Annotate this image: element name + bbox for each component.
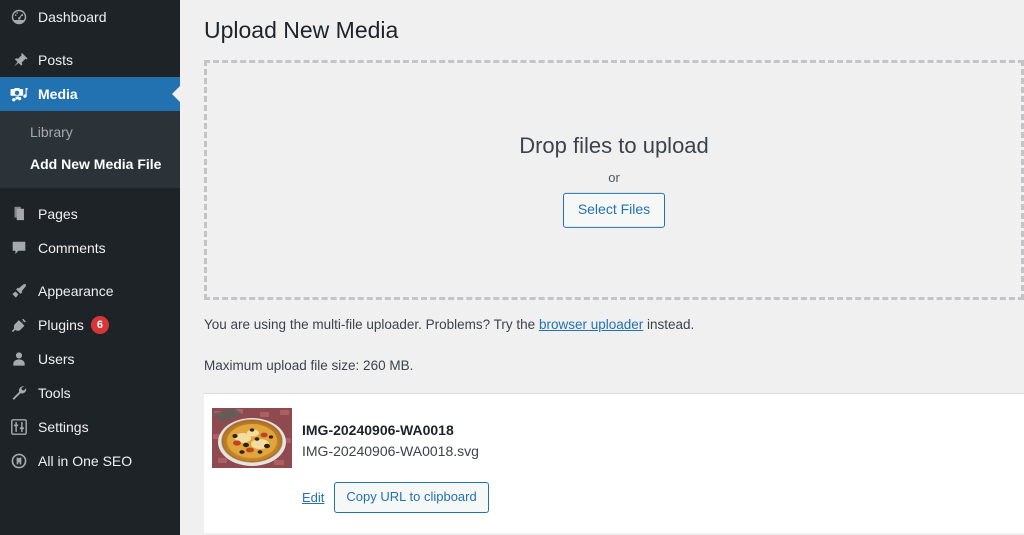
sidebar-item-label: Media xyxy=(38,86,78,102)
sidebar-item-plugins[interactable]: Plugins 6 xyxy=(0,308,180,342)
sidebar-item-users[interactable]: Users xyxy=(0,342,180,376)
copy-url-button[interactable]: Copy URL to clipboard xyxy=(334,482,489,514)
sidebar-item-appearance[interactable]: Appearance xyxy=(0,274,180,308)
upload-dropzone[interactable]: Drop files to upload or Select Files xyxy=(204,59,1024,300)
uploader-note-text-after: instead. xyxy=(643,316,695,332)
sidebar-submenu-library[interactable]: Library xyxy=(0,117,180,149)
sidebar-item-dashboard[interactable]: Dashboard xyxy=(0,0,180,34)
comment-bubble-icon xyxy=(9,238,29,258)
uploader-note-text-before: You are using the multi-file uploader. P… xyxy=(204,316,539,332)
sidebar-item-comments[interactable]: Comments xyxy=(0,231,180,265)
media-file-name: IMG-20240906-WA0018.svg xyxy=(302,443,479,460)
main-content: Upload New Media Drop files to upload or… xyxy=(180,0,1024,535)
sidebar-item-media[interactable]: Media xyxy=(0,77,180,111)
dropzone-inner: Drop files to upload or Select Files xyxy=(207,132,1021,228)
sidebar-item-label: Tools xyxy=(38,385,71,402)
sidebar-item-all-in-one-seo[interactable]: All in One SEO xyxy=(0,444,180,478)
max-upload-size-note: Maximum upload file size: 260 MB. xyxy=(204,358,414,374)
wrench-icon xyxy=(9,383,29,403)
aioseo-icon xyxy=(9,451,29,471)
multi-file-uploader-note: You are using the multi-file uploader. P… xyxy=(204,314,1024,336)
media-camera-icon xyxy=(9,84,29,104)
sidebar-submenu-add-new-media-file[interactable]: Add New Media File xyxy=(0,149,180,181)
media-file-title: IMG-20240906-WA0018 xyxy=(302,422,454,439)
user-icon xyxy=(9,349,29,369)
edit-link[interactable]: Edit xyxy=(302,490,324,505)
media-file-actions: Edit Copy URL to clipboard xyxy=(302,482,489,514)
sidebar-item-pages[interactable]: Pages xyxy=(0,197,180,231)
sidebar-item-label: Pages xyxy=(38,206,78,223)
select-files-button[interactable]: Select Files xyxy=(562,193,666,228)
pin-icon xyxy=(9,50,29,70)
sidebar-item-label: Posts xyxy=(38,52,74,68)
paintbrush-icon xyxy=(9,281,29,301)
browser-uploader-link[interactable]: browser uploader xyxy=(539,317,643,332)
pages-icon xyxy=(9,204,29,224)
media-submenu: Library Add New Media File xyxy=(0,111,180,189)
sidebar-item-label: Users xyxy=(38,351,75,368)
sidebar-item-posts[interactable]: Posts xyxy=(0,43,180,77)
sliders-icon xyxy=(9,417,29,437)
sidebar-item-label: Settings xyxy=(38,419,89,436)
media-file-details: IMG-20240906-WA0018 IMG-20240906-WA0018.… xyxy=(302,402,489,514)
dashboard-icon xyxy=(9,7,29,27)
sidebar-item-label: Appearance xyxy=(38,283,114,300)
current-menu-arrow xyxy=(172,86,180,102)
plug-icon xyxy=(9,315,29,335)
sidebar-item-label: Plugins xyxy=(38,317,84,334)
sidebar-item-label: Dashboard xyxy=(38,9,107,25)
wp-admin-screen: Dashboard Posts Media Library Add New Me… xyxy=(0,0,1024,535)
media-thumbnail[interactable] xyxy=(212,408,292,469)
uploaded-media-list: IMG-20240906-WA0018 IMG-20240906-WA0018.… xyxy=(204,393,1024,534)
pizza-photo-thumbnail xyxy=(212,408,292,469)
sidebar-item-settings[interactable]: Settings xyxy=(0,410,180,444)
page-title: Upload New Media xyxy=(204,17,399,43)
sidebar-item-tools[interactable]: Tools xyxy=(0,376,180,410)
or-label: or xyxy=(608,170,620,186)
sidebar-item-label: Comments xyxy=(38,240,106,257)
drop-files-label: Drop files to upload xyxy=(519,132,709,158)
sidebar-item-label: All in One SEO xyxy=(38,453,133,470)
plugins-update-badge: 6 xyxy=(90,316,109,335)
admin-sidebar: Dashboard Posts Media Library Add New Me… xyxy=(0,0,180,535)
